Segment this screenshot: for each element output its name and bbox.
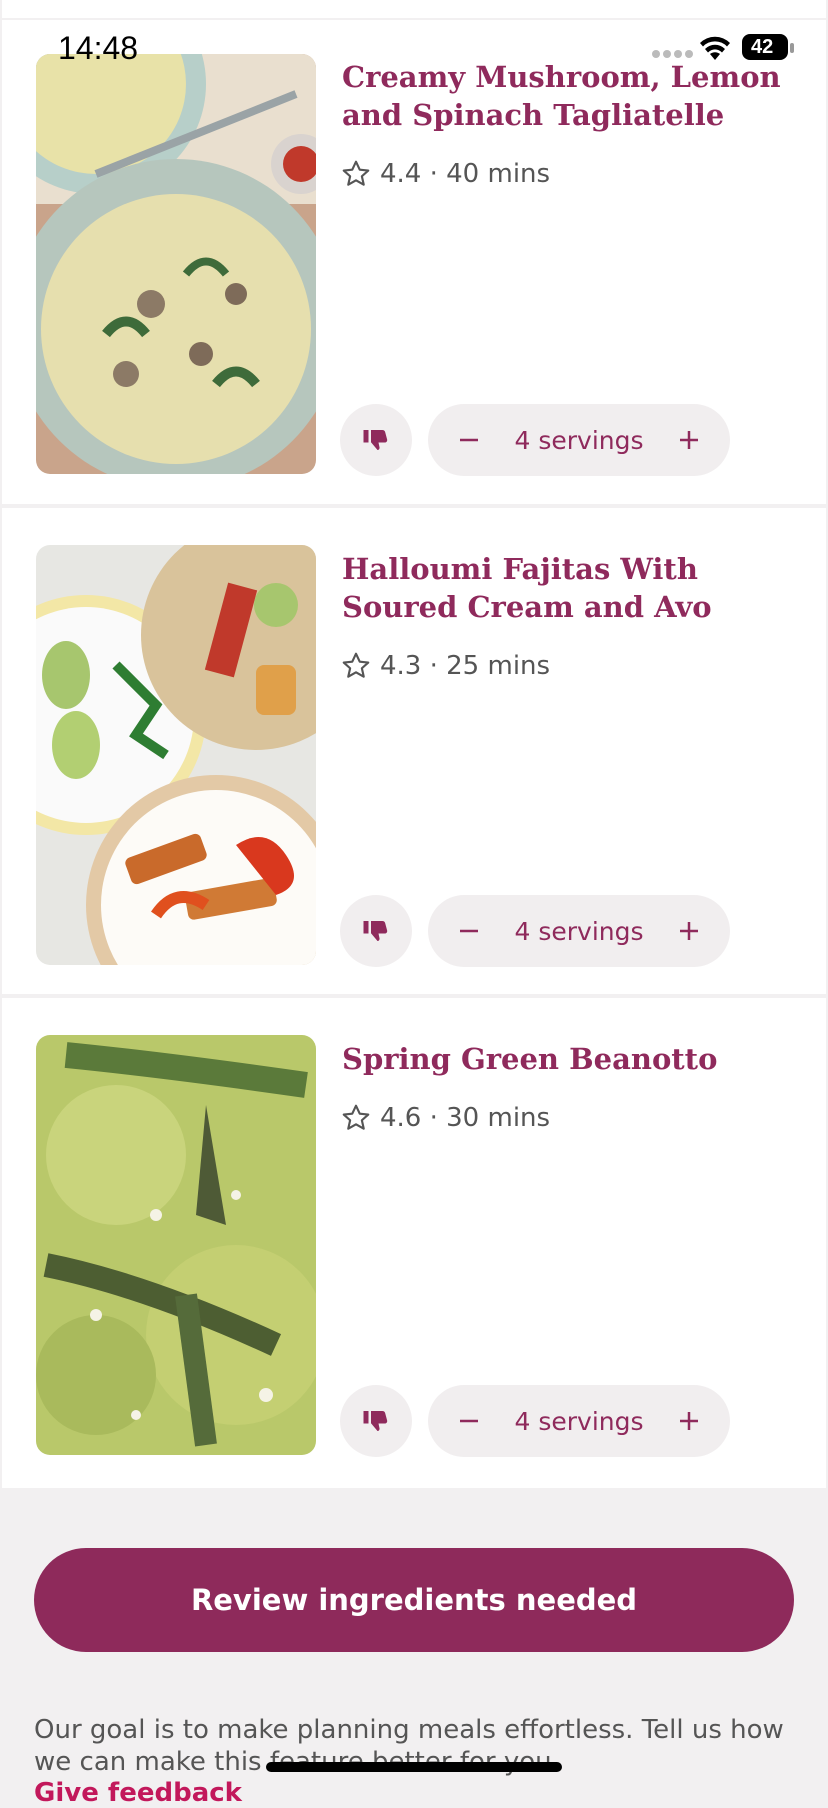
recipe-title[interactable]: Halloumi Fajitas With Soured Cream and A… [342,550,782,626]
rating-time-text: 4.3 · 25 mins [380,651,551,681]
rating-time-text: 4.4 · 40 mins [380,159,551,189]
recipe-card[interactable]: Spring Green Beanotto 4.6 · 30 mins 4 se… [2,998,826,1488]
dislike-button[interactable] [340,895,412,967]
thumbs-down-icon [363,430,388,450]
recipe-list: Creamy Mushroom, Lemon and Spinach Tagli… [2,0,826,1488]
recipe-card[interactable]: Halloumi Fajitas With Soured Cream and A… [2,508,826,998]
home-indicator[interactable] [266,1762,562,1772]
servings-stepper: 4 servings [428,404,730,476]
star-icon [342,1104,370,1130]
servings-label: 4 servings [514,1406,644,1436]
recipe-meta: 4.3 · 25 mins [340,650,550,682]
recipe-meta: 4.4 · 40 mins [340,158,550,190]
decrease-servings-button[interactable] [454,916,484,946]
plus-icon [680,431,698,449]
servings-stepper: 4 servings [428,1385,730,1457]
dislike-button[interactable] [340,1385,412,1457]
star-icon [342,652,370,678]
review-ingredients-button[interactable]: Review ingredients needed [34,1548,794,1652]
servings-stepper: 4 servings [428,895,730,967]
recipe-meta: 4.6 · 30 mins [340,1102,550,1134]
minus-icon [460,1419,478,1423]
give-feedback-link[interactable]: Give feedback [34,1778,242,1808]
plus-icon [680,1412,698,1430]
decrease-servings-button[interactable] [454,425,484,455]
minus-icon [460,438,478,442]
thumbs-down-icon [363,1411,388,1431]
increase-servings-button[interactable] [674,916,704,946]
servings-label: 4 servings [514,916,644,946]
minus-icon [460,929,478,933]
fajitas-dish-image[interactable] [36,545,316,965]
recipe-title[interactable]: Spring Green Beanotto [342,1040,782,1078]
increase-servings-button[interactable] [674,1406,704,1436]
servings-label: 4 servings [514,425,644,455]
dislike-button[interactable] [340,404,412,476]
star-icon [342,160,370,186]
plus-icon [680,922,698,940]
decrease-servings-button[interactable] [454,1406,484,1436]
divider [2,18,826,20]
recipe-card[interactable]: Creamy Mushroom, Lemon and Spinach Tagli… [2,0,826,508]
increase-servings-button[interactable] [674,425,704,455]
pasta-dish-image[interactable] [36,54,316,474]
beanotto-dish-image[interactable] [36,1035,316,1455]
recipe-title[interactable]: Creamy Mushroom, Lemon and Spinach Tagli… [342,58,782,134]
rating-time-text: 4.6 · 30 mins [380,1103,551,1133]
thumbs-down-icon [363,921,388,941]
